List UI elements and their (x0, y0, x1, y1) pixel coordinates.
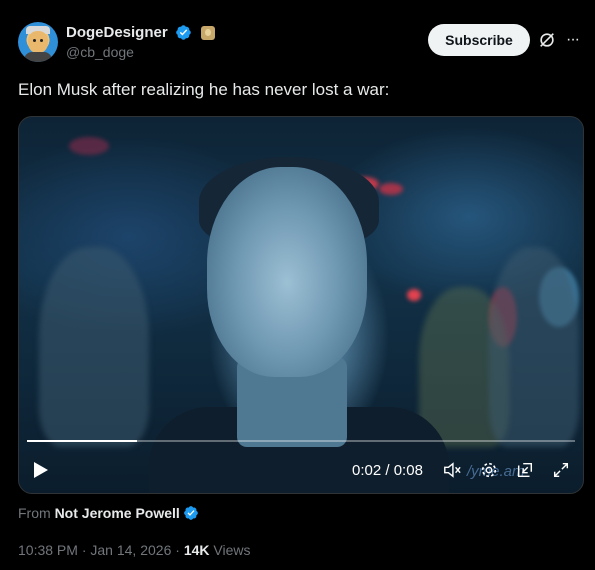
views-label: Views (213, 542, 251, 558)
meta-separator: · (77, 542, 91, 558)
grok-icon[interactable] (538, 31, 556, 49)
from-label: From (18, 505, 51, 521)
background-light (407, 289, 421, 301)
verified-badge-icon[interactable] (175, 24, 192, 41)
video-time: 0:02 / 0:08 (352, 462, 423, 479)
affiliate-badge-icon[interactable] (200, 25, 215, 40)
tweet-date[interactable]: Jan 14, 2026 (90, 542, 171, 558)
video-progress-fill (27, 440, 137, 442)
tweet-time[interactable]: 10:38 PM (18, 542, 78, 558)
picture-in-picture-icon[interactable] (516, 461, 534, 479)
background-person (39, 247, 149, 447)
video-current-time: 0:02 (352, 462, 382, 479)
source-attribution: From Not Jerome Powell (18, 505, 199, 521)
video-time-separator: / (381, 462, 394, 479)
verified-badge-icon (183, 506, 198, 520)
background-light (69, 137, 109, 155)
avatar-body (24, 52, 52, 62)
settings-gear-icon[interactable] (480, 461, 498, 479)
more-icon[interactable]: ··· (566, 30, 580, 50)
author-handle[interactable]: @cb_doge (66, 44, 215, 60)
mute-icon[interactable] (443, 461, 461, 479)
video-duration: 0:08 (393, 462, 423, 479)
author-display-name[interactable]: DogeDesigner (66, 24, 168, 41)
avatar-eye (33, 39, 36, 42)
author-block: DogeDesigner @cb_doge (66, 24, 215, 60)
fullscreen-icon[interactable] (552, 461, 570, 479)
subject-face (207, 167, 367, 377)
avatar[interactable] (18, 22, 58, 62)
views-count: 14K (183, 542, 210, 558)
tweet-text: Elon Musk after realizing he has never l… (18, 80, 390, 99)
background-light (379, 183, 403, 195)
background-person (489, 247, 579, 447)
source-account-name[interactable]: Not Jerome Powell (55, 505, 180, 521)
meta-separator: · (171, 542, 184, 558)
subscribe-button[interactable]: Subscribe (428, 24, 530, 56)
video-progress-bar[interactable] (27, 440, 575, 442)
avatar-face (28, 31, 48, 53)
play-icon[interactable] (33, 461, 49, 479)
avatar-eye (40, 39, 43, 42)
tweet-header: DogeDesigner @cb_doge Subscribe ··· (18, 22, 580, 66)
video-player[interactable]: 0:02 / 0:08 /yme.am (18, 116, 584, 494)
tweet-meta: 10:38 PM · Jan 14, 2026 · 14K Views (18, 542, 250, 558)
